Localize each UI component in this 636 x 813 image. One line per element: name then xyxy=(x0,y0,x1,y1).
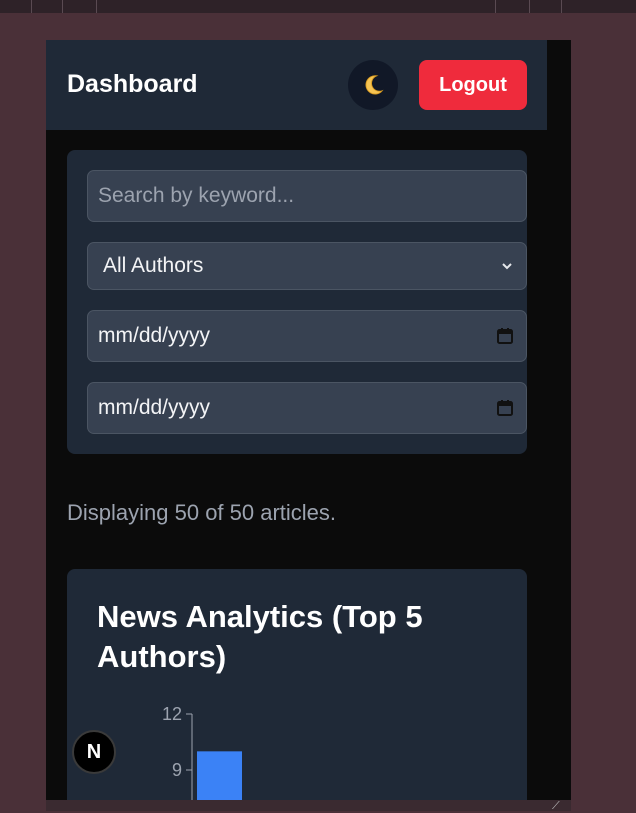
analytics-title: News Analytics (Top 5 Authors) xyxy=(97,599,423,674)
top-bar-divider xyxy=(62,0,63,13)
y-tick-label: 12 xyxy=(162,704,182,724)
filter-panel: Search by keyword... All Authors mm/dd/y… xyxy=(67,150,527,454)
y-tick-label: 9 xyxy=(172,760,182,780)
chevron-down-icon xyxy=(500,259,514,273)
date-to-input[interactable]: mm/dd/yyyy xyxy=(87,382,527,434)
results-count-text: Displaying 50 of 50 articles. xyxy=(67,500,337,525)
date-from-input[interactable]: mm/dd/yyyy xyxy=(87,310,527,362)
date-from-value: mm/dd/yyyy xyxy=(98,324,211,347)
author-select-value: All Authors xyxy=(103,254,204,277)
top-bar-divider xyxy=(31,0,32,13)
app-title: Dashboard xyxy=(67,70,198,98)
app-header: Dashboard Logout xyxy=(46,40,547,130)
chart-bar[interactable] xyxy=(197,751,242,800)
app-viewport: Dashboard Logout Search by keyword... Al… xyxy=(46,40,571,800)
resize-corner-icon: ⟋ xyxy=(552,800,560,812)
theme-toggle-button[interactable] xyxy=(348,60,398,110)
top-bar-divider xyxy=(495,0,496,13)
viewport-bottom-strip xyxy=(46,800,571,811)
calendar-icon[interactable] xyxy=(496,399,514,417)
calendar-icon[interactable] xyxy=(496,327,514,345)
author-bar-chart: 9 12 xyxy=(162,704,242,800)
logout-button[interactable]: Logout xyxy=(419,60,527,110)
author-select[interactable]: All Authors xyxy=(87,242,527,290)
search-placeholder: Search by keyword... xyxy=(98,184,295,207)
top-bar-divider xyxy=(529,0,530,13)
moon-icon xyxy=(365,75,384,95)
top-bar-divider xyxy=(561,0,562,13)
nextjs-dev-badge[interactable]: N xyxy=(72,730,116,774)
top-bar-divider xyxy=(96,0,97,13)
date-to-value: mm/dd/yyyy xyxy=(98,396,211,419)
browser-top-bar xyxy=(0,0,636,13)
analytics-card: News Analytics (Top 5 Authors) 9 12 xyxy=(67,569,527,800)
search-input[interactable]: Search by keyword... xyxy=(87,170,527,222)
